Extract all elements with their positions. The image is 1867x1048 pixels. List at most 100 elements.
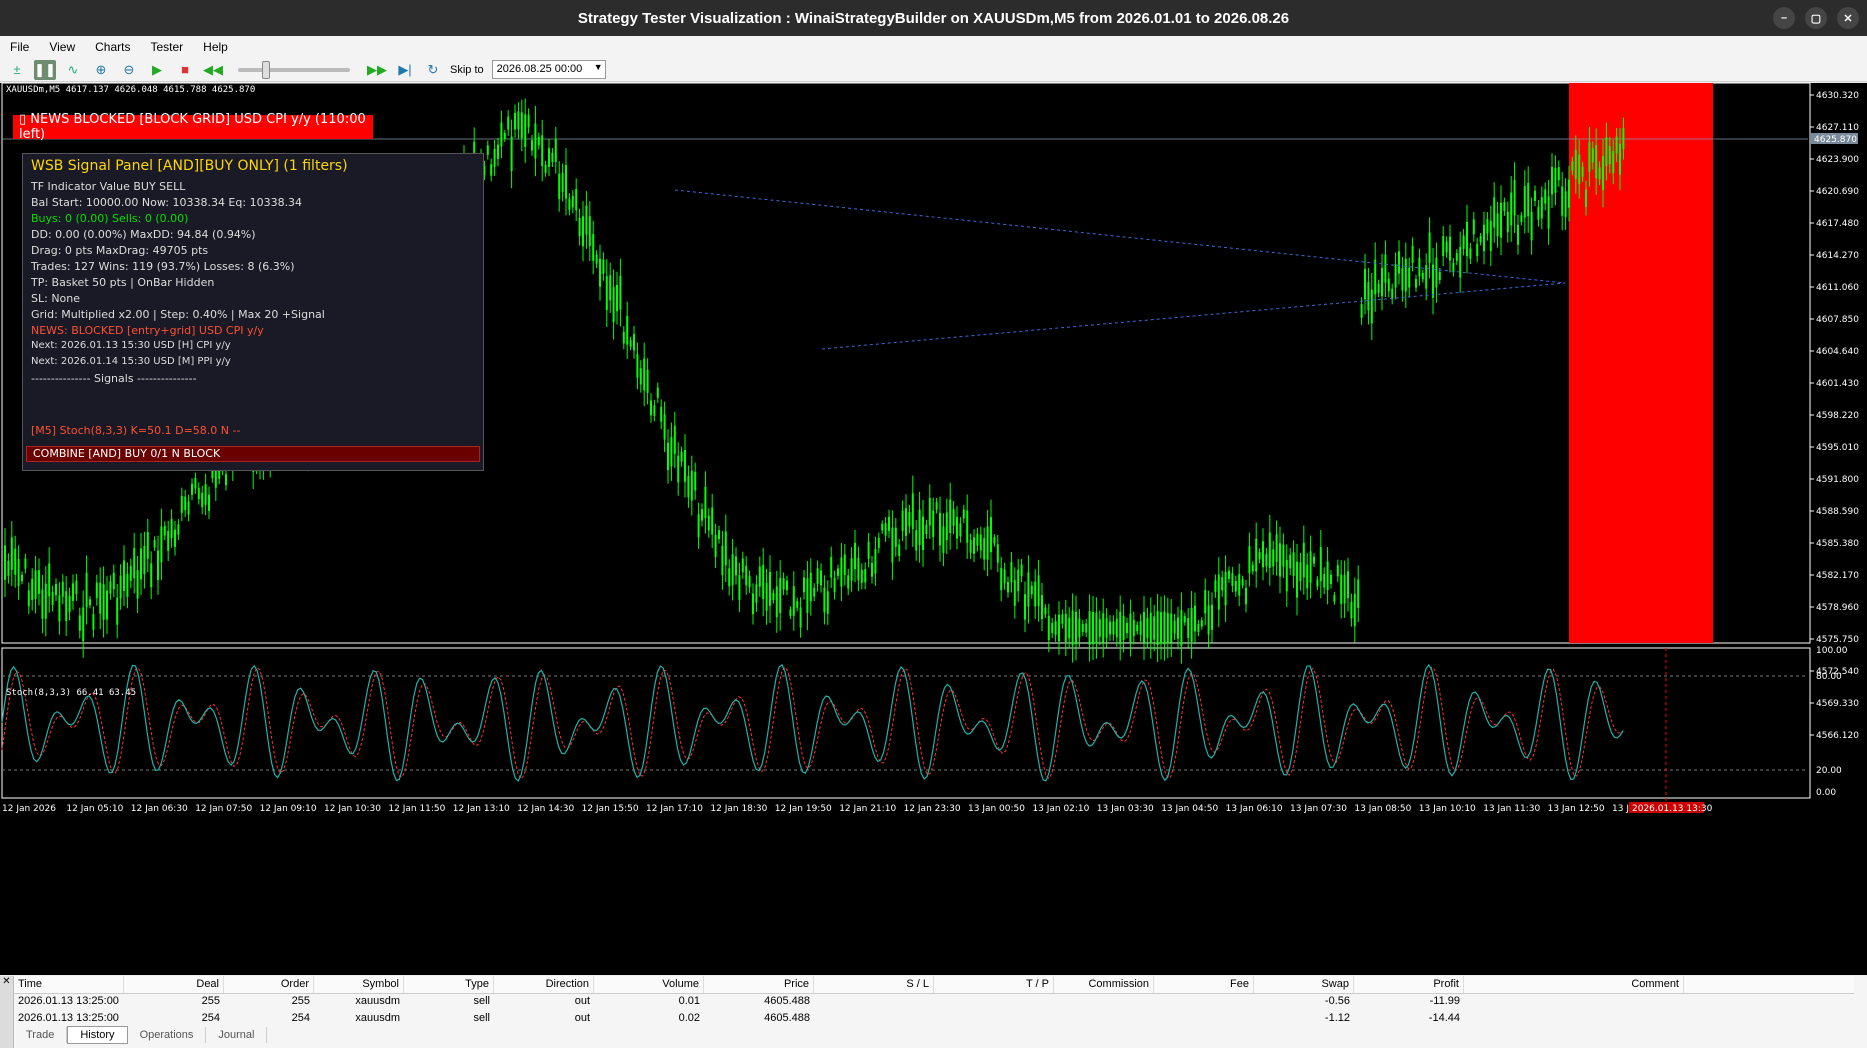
candle-body (588, 216, 591, 247)
column-header[interactable]: Symbol (314, 976, 404, 993)
zoom-in-icon[interactable]: ⊕ (90, 60, 112, 80)
close-icon[interactable]: ✕ (0, 976, 13, 987)
candle-body (1075, 611, 1077, 645)
candle-body (1353, 593, 1356, 627)
candle-body (741, 558, 744, 573)
candle-body (1347, 571, 1349, 599)
candle-body (1051, 622, 1054, 634)
close-button[interactable]: ✕ (1837, 7, 1859, 29)
speed-slider[interactable] (238, 60, 350, 79)
column-header[interactable]: S / L (814, 976, 934, 993)
column-header[interactable]: Type (404, 976, 494, 993)
price-label: 4598.220 (1816, 411, 1859, 421)
candle-body (643, 358, 646, 391)
minimize-button[interactable]: – (1773, 7, 1795, 29)
maximize-button[interactable]: ▢ (1805, 7, 1827, 29)
candle-body (697, 514, 700, 538)
tab-history[interactable]: History (67, 1026, 128, 1044)
column-header[interactable]: Profit (1354, 976, 1464, 993)
column-header[interactable]: Fee (1154, 976, 1254, 993)
candle-body (1085, 623, 1088, 633)
candle-body (1041, 595, 1043, 620)
candle-body (75, 580, 78, 595)
candle-body (1013, 580, 1016, 606)
candle-body (915, 530, 918, 551)
table-cell: 0.02 (678, 1012, 700, 1023)
candle-body (1177, 617, 1179, 639)
column-header[interactable]: Order (224, 976, 314, 993)
price-chart[interactable]: 4630.320 4627.110 4623.900 4620.690 4617.480… (0, 83, 1867, 975)
tab-operations[interactable]: Operations (128, 1027, 207, 1043)
candle-body (1540, 197, 1543, 219)
column-header[interactable]: Direction (494, 976, 594, 993)
toolbox-side[interactable]: ✕ (0, 976, 14, 1048)
menu-view[interactable]: View (39, 40, 85, 54)
candle-body (1330, 574, 1332, 584)
menu-charts[interactable]: Charts (85, 40, 140, 54)
panel-next2: Next: 2026.01.14 15:30 USD [M] PPI y/y (31, 356, 231, 367)
candle-body (1088, 611, 1091, 645)
candle-body (112, 572, 115, 590)
column-header[interactable]: T / P (934, 976, 1054, 993)
pause-icon[interactable]: ❚❚ (34, 59, 56, 80)
chart-line-icon[interactable]: ∿ (62, 60, 84, 80)
tab-journal[interactable]: Journal (206, 1027, 268, 1043)
column-header[interactable]: Time (14, 976, 124, 993)
zoom-out-icon[interactable]: ⊖ (118, 60, 140, 80)
stop-icon[interactable]: ■ (174, 60, 196, 80)
price-label: 4614.270 (1816, 251, 1859, 261)
chevron-down-icon[interactable]: ▼ (594, 62, 603, 72)
candle-body (7, 560, 10, 576)
column-header[interactable]: Commission (1054, 976, 1154, 993)
time-label: 13 Jan 03:30 (1097, 804, 1154, 814)
candle-body (704, 486, 707, 518)
table-cell: -0.56 (1324, 995, 1350, 1007)
candle-body (1136, 624, 1139, 632)
candle-body (847, 575, 850, 589)
time-label: 12 Jan 2026 (2, 804, 56, 814)
candle-body (1418, 257, 1421, 277)
candle-body (663, 414, 666, 440)
step-icon[interactable]: ▶| (394, 60, 416, 80)
menu-file[interactable]: File (0, 40, 39, 54)
price-label: 4617.480 (1816, 219, 1859, 229)
skip-to-icon[interactable]: ↻ (422, 60, 444, 80)
candle-body (497, 144, 499, 159)
table-row[interactable]: 2026.01.13 13:25:00 255 255 xauusdm sell out 0… (14, 994, 1854, 1011)
candle-body (690, 470, 693, 501)
column-header[interactable]: Swap (1254, 976, 1354, 993)
column-header[interactable]: Volume (594, 976, 704, 993)
fast-forward-icon[interactable]: ▶▶ (366, 60, 388, 80)
candle-body (762, 564, 765, 600)
candle-body (769, 572, 771, 607)
candle-body (1258, 552, 1261, 560)
candle-body (1370, 289, 1373, 324)
candle-body (126, 573, 129, 597)
candle-body (1605, 137, 1608, 167)
table-cell (814, 1011, 934, 1023)
column-header[interactable]: Price (704, 976, 814, 993)
skip-date-input[interactable]: 2026.08.25 00:00 ▼ (491, 60, 606, 79)
price-label: 4588.590 (1816, 507, 1859, 517)
candle-body (119, 575, 122, 599)
candle-body (860, 569, 863, 583)
time-label: 13 Jan 07:30 (1290, 804, 1347, 814)
candle-body (823, 587, 826, 613)
tab-trade[interactable]: Trade (14, 1027, 68, 1043)
price-label: 4611.060 (1816, 283, 1859, 293)
candle-body (1612, 151, 1615, 174)
column-header[interactable]: Comment (1464, 976, 1684, 993)
candle-body (150, 563, 153, 588)
play-icon[interactable]: ▶ (146, 60, 168, 80)
candle-body (1343, 574, 1346, 604)
candle-body (1078, 618, 1081, 638)
menu-help[interactable]: Help (193, 40, 238, 54)
menu-tester[interactable]: Tester (140, 40, 193, 54)
column-header[interactable]: Deal (124, 976, 224, 993)
candle-body (959, 523, 962, 537)
new-order-icon[interactable]: ± (6, 60, 28, 80)
rewind-icon[interactable]: ◀◀ (202, 60, 224, 80)
table-row[interactable]: 2026.01.13 13:25:00 254 254 xauusdm sell out 0… (14, 1011, 1854, 1023)
table-cell: 254 (201, 1012, 220, 1023)
candle-body (1435, 257, 1438, 288)
